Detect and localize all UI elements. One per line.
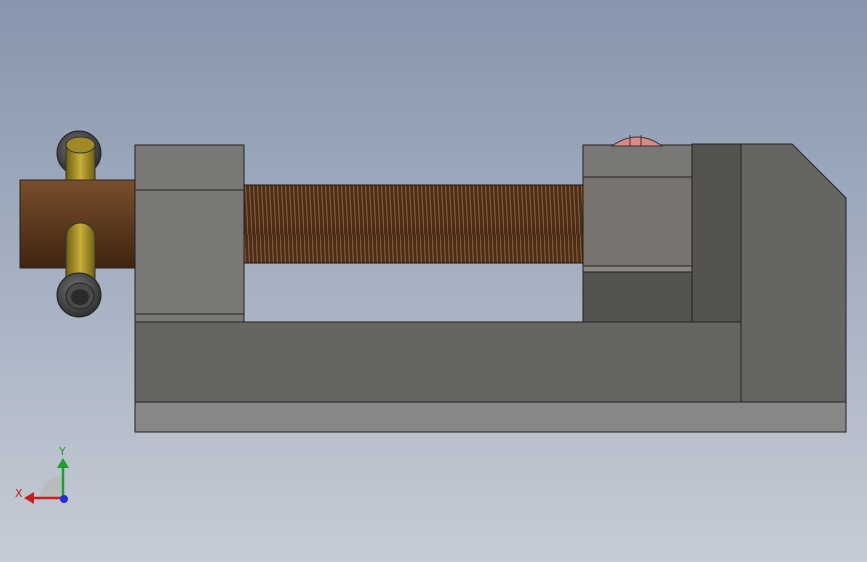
graphics-viewport[interactable]: Y X <box>0 0 867 562</box>
lead-screw[interactable] <box>243 184 584 264</box>
fixed-jaw[interactable] <box>582 144 693 323</box>
z-axis-dot <box>60 495 68 503</box>
movable-jaw[interactable] <box>134 144 245 323</box>
jaw-screw-head[interactable] <box>610 135 664 147</box>
handle-ball-bottom[interactable] <box>56 272 102 318</box>
handle-ball-top[interactable] <box>56 130 102 181</box>
vise-model-view[interactable]: Y X <box>0 0 867 562</box>
x-axis-label: X <box>15 487 23 500</box>
y-axis-label: Y <box>58 445 66 458</box>
coordinate-triad: Y X <box>15 445 69 504</box>
